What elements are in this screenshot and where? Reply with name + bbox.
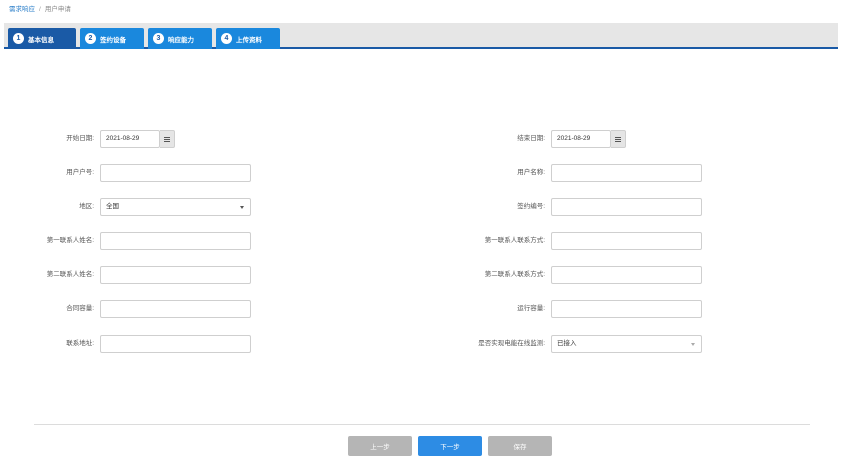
tab-label: 签约设备: [100, 36, 126, 44]
next-step-button[interactable]: 下一步: [418, 436, 482, 456]
user-account-field[interactable]: [100, 164, 251, 182]
end-date-field[interactable]: 2021-08-29: [551, 130, 611, 148]
contract-capacity-field[interactable]: [100, 300, 251, 318]
tab-label: 响应能力: [168, 36, 194, 44]
online-monitoring-select[interactable]: 已接入: [551, 335, 702, 353]
contact2-name-label: 第二联系人姓名:: [46, 271, 94, 278]
user-name-label: 用户名称:: [517, 169, 545, 176]
contact2-name-field[interactable]: [100, 266, 251, 284]
step-number-badge: 2: [85, 33, 96, 44]
save-button[interactable]: 保存: [488, 436, 552, 456]
user-account-label: 用户户号:: [66, 169, 94, 176]
chevron-down-icon: [691, 343, 695, 346]
contract-number-label: 签约编号:: [517, 203, 545, 210]
calendar-icon: [164, 136, 170, 142]
step-number-badge: 1: [13, 33, 24, 44]
tab-basic-info[interactable]: 1 基本信息: [8, 28, 76, 49]
end-date-picker-button[interactable]: [611, 130, 626, 148]
tab-label: 基本信息: [28, 36, 54, 44]
step-tab-bar: 1 基本信息 2 签约设备 3 响应能力 4 上传资料: [4, 23, 838, 49]
tab-label: 上传资料: [236, 36, 262, 44]
tab-response-capability[interactable]: 3 响应能力: [148, 28, 212, 49]
contact1-phone-field[interactable]: [551, 232, 702, 250]
step-number-badge: 3: [153, 33, 164, 44]
tab-upload-documents[interactable]: 4 上传资料: [216, 28, 280, 49]
step-number-badge: 4: [221, 33, 232, 44]
contact1-name-field[interactable]: [100, 232, 251, 250]
breadcrumb-parent-link[interactable]: 需求响应: [9, 6, 35, 13]
contact2-phone-field[interactable]: [551, 266, 702, 284]
operating-capacity-label: 运行容量:: [517, 305, 545, 312]
breadcrumb-separator: /: [39, 6, 41, 13]
prev-step-button[interactable]: 上一步: [348, 436, 412, 456]
tab-contract-devices[interactable]: 2 签约设备: [80, 28, 144, 49]
address-label: 联系地址:: [66, 340, 94, 347]
chevron-down-icon: [240, 206, 244, 209]
user-name-field[interactable]: [551, 164, 702, 182]
region-selected-value: 全国: [106, 203, 119, 210]
start-date-picker-button[interactable]: [160, 130, 175, 148]
address-field[interactable]: [100, 335, 251, 353]
online-monitoring-label: 是否实现电能在线监测:: [478, 340, 545, 347]
calendar-icon: [615, 136, 621, 142]
contract-number-field[interactable]: [551, 198, 702, 216]
online-monitoring-selected-value: 已接入: [557, 340, 577, 347]
contact2-phone-label: 第二联系人联系方式:: [484, 271, 545, 278]
start-date-label: 开始日期:: [66, 135, 94, 142]
end-date-label: 结束日期:: [517, 135, 545, 142]
operating-capacity-field[interactable]: [551, 300, 702, 318]
breadcrumb-current: 用户申请: [44, 6, 71, 13]
contact1-phone-label: 第一联系人联系方式:: [484, 237, 545, 244]
contract-capacity-label: 合同容量:: [66, 305, 94, 312]
region-select[interactable]: 全国: [100, 198, 251, 216]
contact1-name-label: 第一联系人姓名:: [46, 237, 94, 244]
form-footer-divider: [34, 424, 810, 425]
breadcrumb: 需求响应 / 用户申请: [9, 4, 71, 16]
start-date-field[interactable]: 2021-08-29: [100, 130, 160, 148]
region-label: 地区:: [79, 203, 94, 210]
